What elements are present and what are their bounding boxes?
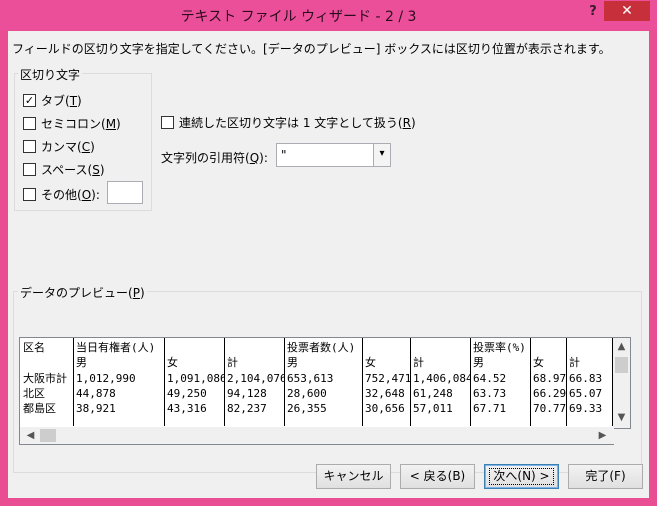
preview-cell: 70.77 [533, 402, 566, 415]
space-check-box[interactable] [23, 163, 36, 176]
preview-cell: 64.52 [473, 372, 507, 385]
preview-cell [530, 340, 566, 355]
preview-cell: 28,600 [287, 387, 327, 400]
cancel-button[interactable]: キャンセル [316, 464, 391, 489]
qualifier-select[interactable]: " ▾ [276, 143, 391, 167]
comma-checkbox[interactable]: カンマ(C) [23, 138, 95, 155]
check-icon: ✓ [24, 94, 35, 107]
preview-cell: 44,878 [76, 387, 116, 400]
scroll-up-icon[interactable]: ▲ [613, 341, 630, 352]
preview-cell: 752,471 [365, 372, 410, 385]
vertical-scrollbar[interactable]: ▲ ▼ [613, 337, 631, 429]
window-title: テキスト ファイル ウィザード - 2 / 3 [180, 9, 417, 25]
preview-cell [410, 340, 470, 355]
preview-cell [20, 355, 73, 370]
other-label: その他(O): [41, 188, 100, 202]
preview-cell: 女 [533, 356, 544, 369]
preview-cell: 32,648 [365, 387, 405, 400]
semicolon-check-box[interactable] [23, 117, 36, 130]
scroll-down-icon[interactable]: ▼ [613, 412, 630, 423]
qualifier-value: " [281, 148, 287, 162]
preview-cell: 1,012,990 [76, 372, 136, 385]
horizontal-scroll-thumb[interactable] [40, 429, 56, 442]
back-button[interactable]: < 戻る(B) [400, 464, 475, 489]
preview-cell: 66.83 [569, 372, 603, 385]
title-bar: テキスト ファイル ウィザード - 2 / 3 ? ✕ [0, 0, 657, 30]
preview-cell: 82,237 [227, 402, 267, 415]
preview-cell: 26,355 [287, 402, 327, 415]
preview-cell [566, 340, 612, 355]
other-check-box[interactable] [23, 188, 36, 201]
preview-cell: 65.07 [569, 387, 603, 400]
data-preview-grid[interactable]: 区名 当日有権者(人) 投票者数(人) 投票率(%) 男 女 計 男 女 計 男… [19, 337, 615, 429]
semicolon-label: セミコロン(M) [41, 117, 121, 131]
preview-cell: 都島区 [23, 402, 56, 415]
preview-cell: 57,011 [413, 402, 453, 415]
consecutive-check-box[interactable] [161, 116, 174, 129]
comma-check-box[interactable] [23, 140, 36, 153]
consecutive-label: 連続した区切り文字は 1 文字として扱う(R) [179, 116, 416, 130]
preview-cell: 94,128 [227, 387, 267, 400]
finish-button[interactable]: 完了(F) [568, 464, 643, 489]
preview-cell: 68.97 [533, 372, 566, 385]
preview-group-label: データのプレビュー(P) [18, 284, 147, 301]
preview-cell: 女 [365, 356, 376, 369]
vertical-scroll-thumb[interactable] [615, 357, 628, 373]
preview-cell: 男 [287, 356, 298, 369]
preview-cell: 1,091,086 [167, 372, 224, 385]
close-button[interactable]: ✕ [604, 1, 650, 21]
wizard-body: フィールドの区切り文字を指定してください。[データのプレビュー] ボックスには区… [8, 31, 649, 498]
preview-cell: 66.29 [533, 387, 566, 400]
horizontal-scrollbar[interactable]: ◀ ▶ [19, 427, 614, 445]
preview-cell: 2,104,076 [227, 372, 284, 385]
qualifier-label: 文字列の引用符(Q): [161, 151, 268, 165]
help-button[interactable]: ? [584, 4, 602, 19]
preview-cell: 北区 [23, 387, 45, 400]
preview-cell: 投票率(%) [473, 341, 526, 354]
semicolon-checkbox[interactable]: セミコロン(M) [23, 115, 121, 132]
preview-cell: 653,613 [287, 372, 334, 385]
preview-cell: 49,250 [167, 387, 207, 400]
preview-cell: 38,921 [76, 402, 116, 415]
preview-cell: 男 [76, 356, 87, 369]
preview-cell: 計 [413, 356, 424, 369]
scroll-right-icon[interactable]: ▶ [594, 430, 611, 441]
preview-cell [362, 340, 410, 355]
scroll-left-icon[interactable]: ◀ [22, 430, 39, 441]
preview-cell: 30,656 [365, 402, 405, 415]
preview-cell: 1,406,084 [413, 372, 470, 385]
preview-cell: 計 [227, 356, 238, 369]
preview-cell: 当日有権者(人) [76, 341, 156, 354]
preview-cell: 投票者数(人) [287, 341, 356, 354]
preview-cell: 計 [569, 356, 580, 369]
preview-cell: 大阪市計 [23, 372, 67, 385]
comma-label: カンマ(C) [41, 140, 95, 154]
preview-cell [164, 340, 224, 355]
space-checkbox[interactable]: スペース(S) [23, 161, 105, 178]
other-delimiter-input[interactable] [107, 181, 143, 204]
preview-cell: 61,248 [413, 387, 453, 400]
tab-checkbox[interactable]: ✓ タブ(T) [23, 92, 82, 109]
preview-cell: 69.33 [569, 402, 603, 415]
preview-cell [224, 340, 284, 355]
preview-cell: 67.71 [473, 402, 507, 415]
delimiter-group-label: 区切り文字 [18, 66, 83, 83]
space-label: スペース(S) [41, 163, 105, 177]
consecutive-checkbox[interactable]: 連続した区切り文字は 1 文字として扱う(R) [161, 114, 416, 131]
next-button-label: 次へ(N) > [489, 468, 554, 485]
instruction-text: フィールドの区切り文字を指定してください。[データのプレビュー] ボックスには区… [12, 42, 611, 56]
preview-cell: 63.73 [473, 387, 507, 400]
other-checkbox[interactable]: その他(O): [23, 186, 100, 203]
preview-cell: 男 [473, 356, 484, 369]
preview-cell: 区名 [23, 341, 45, 354]
tab-check-box[interactable]: ✓ [23, 94, 36, 107]
preview-cell: 43,316 [167, 402, 207, 415]
preview-cell: 女 [167, 356, 178, 369]
chevron-down-icon[interactable]: ▾ [373, 144, 390, 166]
next-button[interactable]: 次へ(N) > [484, 464, 559, 489]
tab-label: タブ(T) [41, 94, 82, 108]
